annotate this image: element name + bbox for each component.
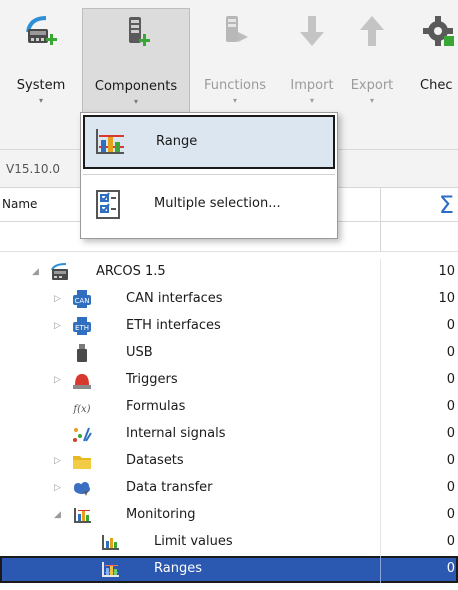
components-button-label: Components bbox=[94, 79, 178, 94]
chevron-down-icon: ▾ bbox=[133, 97, 138, 106]
tree-label: Data transfer bbox=[126, 480, 213, 495]
check-button[interactable]: Chec bbox=[414, 8, 458, 116]
tree-row-monitoring[interactable]: ◢ Monitoring 0 bbox=[0, 502, 458, 529]
range-chart-icon bbox=[96, 129, 124, 154]
formula-icon: f(x) bbox=[72, 404, 90, 415]
internal-signals-icon bbox=[73, 427, 92, 442]
tree-row-limit-values[interactable]: Limit values 0 bbox=[0, 529, 458, 556]
tree-label: USB bbox=[126, 345, 153, 360]
tree-row-data-transfer[interactable]: ▷ Data transfer 0 bbox=[0, 475, 458, 502]
functions-icon bbox=[226, 16, 248, 42]
tree-label: Formulas bbox=[126, 399, 186, 414]
chevron-down-icon: ▾ bbox=[309, 96, 314, 105]
tree-value: 0 bbox=[446, 318, 455, 333]
components-button[interactable]: Components ▾ bbox=[82, 8, 190, 116]
menu-item-range[interactable]: Range bbox=[83, 115, 335, 169]
export-button-label: Export bbox=[350, 78, 394, 93]
tree-label: Ranges bbox=[154, 561, 202, 576]
tree-value: 0 bbox=[446, 561, 455, 576]
collapsed-toggle-icon[interactable]: ▷ bbox=[54, 483, 64, 493]
system-button-label: System bbox=[16, 78, 66, 93]
multiple-selection-checklist-icon bbox=[96, 190, 120, 219]
usb-icon bbox=[77, 344, 87, 362]
tree-value: 0 bbox=[446, 453, 455, 468]
system-button[interactable]: System ▾ bbox=[4, 8, 78, 116]
device-icon bbox=[51, 263, 68, 280]
expanded-toggle-icon[interactable]: ◢ bbox=[54, 510, 64, 520]
sigma-column-header[interactable]: Σ bbox=[380, 188, 458, 222]
menu-item-label: Multiple selection... bbox=[154, 196, 281, 211]
can-interface-icon: CAN bbox=[73, 290, 91, 308]
monitoring-icon bbox=[74, 508, 91, 523]
folder-icon bbox=[73, 456, 91, 469]
tree-value: 0 bbox=[446, 480, 455, 495]
import-button[interactable]: Import ▾ bbox=[282, 8, 342, 116]
tree-label: Monitoring bbox=[126, 507, 196, 522]
tree-row-arcos[interactable]: ◢ ARCOS 1.5 10 bbox=[0, 259, 458, 286]
expanded-toggle-icon[interactable]: ◢ bbox=[32, 267, 42, 277]
export-button[interactable]: Export ▾ bbox=[342, 8, 402, 116]
tree-label: Triggers bbox=[126, 372, 178, 387]
tree-value: 10 bbox=[438, 291, 455, 306]
components-dropdown-menu: Range Multiple selection... bbox=[80, 112, 338, 239]
tree-label: Datasets bbox=[126, 453, 184, 468]
version-label: V15.10.0 bbox=[6, 162, 61, 176]
tree-value: 0 bbox=[446, 372, 455, 387]
range-chart-icon bbox=[102, 562, 119, 577]
eth-interface-icon: ETH bbox=[73, 317, 91, 335]
tree-label: Limit values bbox=[154, 534, 233, 549]
name-column-header[interactable]: Name bbox=[2, 197, 37, 211]
tree-row-triggers[interactable]: ▷ Triggers 0 bbox=[0, 367, 458, 394]
tree-row-internal-signals[interactable]: Internal signals 0 bbox=[0, 421, 458, 448]
menu-item-label: Range bbox=[156, 134, 198, 149]
svg-text:ETH: ETH bbox=[75, 324, 89, 332]
tree-value: 0 bbox=[446, 507, 455, 522]
tree-label: Internal signals bbox=[126, 426, 226, 441]
menu-item-multiple-selection[interactable]: Multiple selection... bbox=[83, 179, 335, 233]
tree-value: 10 bbox=[438, 264, 455, 279]
tree-row-usb[interactable]: USB 0 bbox=[0, 340, 458, 367]
menu-separator bbox=[83, 174, 335, 175]
collapsed-toggle-icon[interactable]: ▷ bbox=[54, 456, 64, 466]
tree-value: 0 bbox=[446, 399, 455, 414]
functions-button[interactable]: Functions ▾ bbox=[194, 8, 276, 116]
gear-icon bbox=[423, 16, 454, 46]
tree-value: 0 bbox=[446, 534, 455, 549]
tree-label: ARCOS 1.5 bbox=[96, 264, 166, 279]
component-tree: ◢ ARCOS 1.5 10 ▷ CAN CAN interfaces 10 ▷ bbox=[0, 259, 458, 590]
import-button-label: Import bbox=[290, 78, 334, 93]
components-icon bbox=[129, 17, 150, 46]
import-arrow-down-icon bbox=[300, 16, 324, 46]
export-arrow-up-icon bbox=[360, 16, 384, 46]
check-button-label: Chec bbox=[420, 78, 453, 93]
functions-button-label: Functions bbox=[203, 78, 267, 93]
tree-label: ETH interfaces bbox=[126, 318, 221, 333]
svg-text:CAN: CAN bbox=[75, 297, 90, 305]
data-transfer-cloud-icon bbox=[74, 482, 90, 496]
chevron-down-icon: ▾ bbox=[369, 96, 374, 105]
limit-values-icon bbox=[102, 535, 119, 550]
svg-text:f(x): f(x) bbox=[72, 404, 90, 415]
tree-value: 0 bbox=[446, 345, 455, 360]
collapsed-toggle-icon[interactable]: ▷ bbox=[54, 375, 64, 385]
tree-row-eth-interfaces[interactable]: ▷ ETH ETH interfaces 0 bbox=[0, 313, 458, 340]
tree-value: 0 bbox=[446, 426, 455, 441]
tree-row-can-interfaces[interactable]: ▷ CAN CAN interfaces 10 bbox=[0, 286, 458, 313]
collapsed-toggle-icon[interactable]: ▷ bbox=[54, 294, 64, 304]
trigger-icon bbox=[73, 374, 91, 389]
chevron-down-icon: ▾ bbox=[38, 96, 43, 105]
tree-row-ranges[interactable]: Ranges 0 bbox=[0, 556, 458, 583]
tree-label: CAN interfaces bbox=[126, 291, 223, 306]
column-divider bbox=[380, 222, 381, 252]
tree-row-formulas[interactable]: f(x) Formulas 0 bbox=[0, 394, 458, 421]
collapsed-toggle-icon[interactable]: ▷ bbox=[54, 321, 64, 331]
system-icon bbox=[26, 16, 57, 45]
chevron-down-icon: ▾ bbox=[232, 96, 237, 105]
tree-row-datasets[interactable]: ▷ Datasets 0 bbox=[0, 448, 458, 475]
